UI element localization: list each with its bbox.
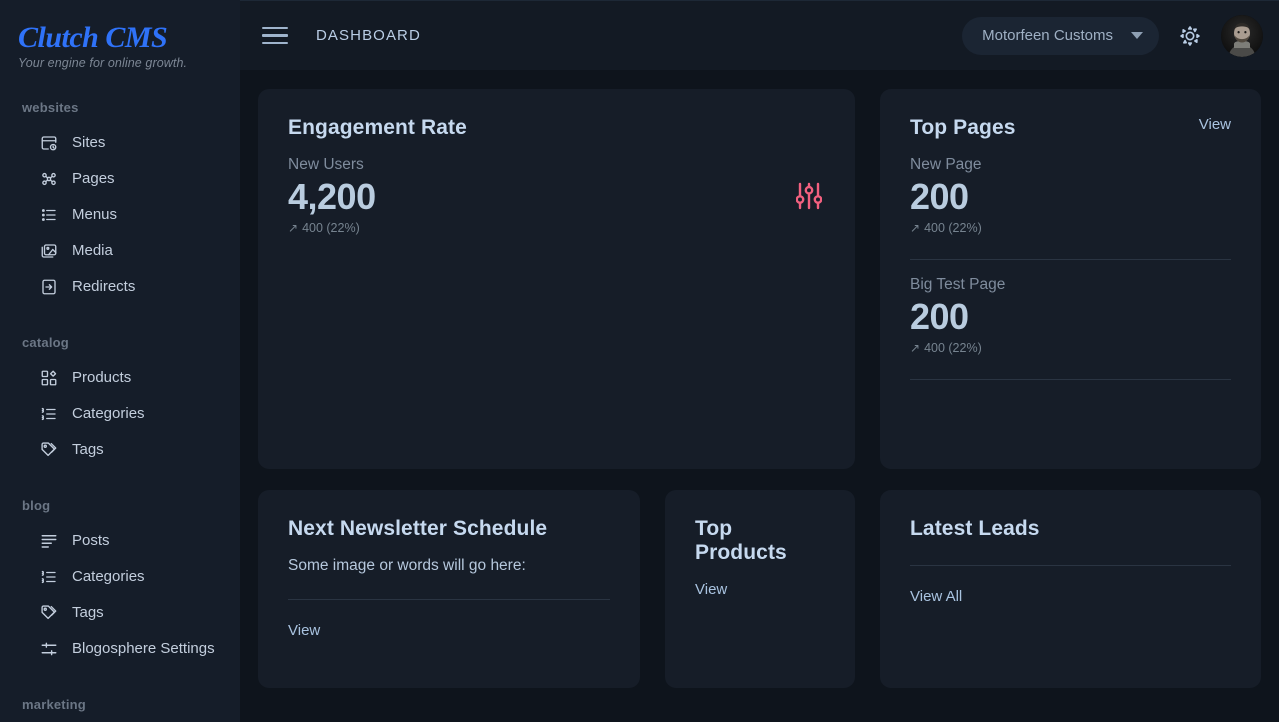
sidebar-item-label: Products (72, 369, 132, 386)
top-pages-card-title: Top Pages (910, 116, 1016, 139)
engagement-rate-card: Engagement Rate New Users 4,200 ↗ 400 (2… (258, 89, 855, 469)
main-area: DASHBOARD Motorfeen Customs Engagement R… (240, 0, 1279, 722)
redirects-icon (40, 278, 58, 296)
tags-icon (40, 441, 58, 459)
newsletter-card-title: Next Newsletter Schedule (288, 517, 548, 540)
trend-up-icon: ↗ (288, 220, 299, 235)
dashboard-content: Engagement Rate New Users 4,200 ↗ 400 (2… (240, 70, 1279, 722)
chevron-down-icon (1131, 32, 1143, 39)
top-pages-entry: Big Test Page 200 ↗ 400 (22%) (910, 276, 1231, 380)
top-pages-entry-value: 200 (910, 176, 969, 217)
categories-icon (40, 405, 58, 423)
sidebar-item-label: Blogosphere Settings (72, 640, 215, 657)
top-pages-entry: New Page 200 ↗ 400 (22%) (910, 156, 1231, 260)
sidebar-section-websites: websites (22, 99, 79, 115)
sidebar-item-tags[interactable]: Tags (0, 432, 240, 468)
site-selector[interactable]: Motorfeen Customs (962, 16, 1159, 55)
top-pages-entry-label: Big Test Page (910, 275, 1006, 293)
sidebar-item-label: Redirects (72, 278, 136, 295)
top-pages-entry-delta: ↗ 400 (22%) (910, 221, 1231, 235)
divider (288, 599, 610, 600)
sites-icon (40, 134, 58, 152)
newsletter-view-link[interactable]: View (288, 622, 610, 639)
sidebar-item-tags[interactable]: Tags (0, 595, 240, 631)
top-products-card: Top Products View (665, 490, 855, 688)
latest-leads-card-title: Latest Leads (910, 517, 1040, 540)
categories-icon (40, 568, 58, 586)
top-pages-entry-delta: ↗ 400 (22%) (910, 341, 1231, 355)
sidebar-item-posts[interactable]: Posts (0, 523, 240, 559)
top-pages-entry-label: New Page (910, 156, 982, 173)
top-products-view-link[interactable]: View (695, 581, 825, 598)
sidebar-item-sites[interactable]: Sites (0, 125, 240, 161)
topbar-actions: Motorfeen Customs (962, 14, 1263, 57)
sidebar-item-label: Sites (72, 134, 106, 151)
posts-icon (40, 532, 58, 550)
top-pages-card: Top Pages View New Page 200 ↗ 400 (22%) … (880, 89, 1261, 469)
sidebar-section-catalog: catalog (22, 334, 69, 350)
sidebar-item-label: Tags (72, 604, 104, 621)
sidebar-item-categories[interactable]: Categories (0, 559, 240, 595)
trend-up-icon: ↗ (910, 220, 921, 235)
engagement-delta-value: 400 (22%) (302, 220, 360, 235)
sidebar-item-label: Pages (72, 170, 115, 187)
avatar[interactable] (1221, 14, 1263, 57)
sidebar-item-label: Tags (72, 441, 104, 458)
newsletter-schedule-card: Next Newsletter Schedule Some image or w… (258, 490, 640, 688)
newsletter-card-body: Some image or words will go here: (288, 557, 526, 574)
sidebar-item-label: Menus (72, 206, 118, 223)
sliders-icon[interactable] (795, 181, 823, 216)
top-pages-entry-delta-value: 400 (22%) (924, 220, 982, 235)
top-pages-entry-delta-value: 400 (22%) (924, 340, 982, 355)
dashboard-row-bottom: Next Newsletter Schedule Some image or w… (258, 490, 1261, 688)
media-icon (40, 242, 58, 260)
site-selector-value: Motorfeen Customs (982, 27, 1113, 44)
sidebar-item-blogosphere-settings[interactable]: Blogosphere Settings (0, 631, 240, 667)
hamburger-icon[interactable] (260, 21, 290, 51)
sun-brightness-icon[interactable] (1173, 19, 1207, 53)
top-pages-view-link[interactable]: View (1199, 116, 1231, 133)
topbar: DASHBOARD Motorfeen Customs (240, 0, 1279, 70)
engagement-metric-delta: ↗ 400 (22%) (288, 221, 825, 235)
trend-up-icon: ↗ (910, 340, 921, 355)
sidebar-item-products[interactable]: Products (0, 360, 240, 396)
engagement-card-head: Engagement Rate (288, 116, 825, 140)
tags-icon (40, 604, 58, 622)
sidebar-item-pages[interactable]: Pages (0, 161, 240, 197)
brand-logo[interactable]: Clutch CMS Your engine for online growth… (0, 0, 240, 70)
sidebar-item-label: Posts (72, 532, 110, 549)
sidebar-item-label: Categories (72, 405, 145, 422)
engagement-metric-value: 4,200 (288, 176, 376, 217)
brand-title: Clutch CMS (18, 21, 168, 54)
divider (910, 565, 1231, 566)
sidebar-item-redirects[interactable]: Redirects (0, 269, 240, 305)
dashboard-row-top: Engagement Rate New Users 4,200 ↗ 400 (2… (258, 89, 1261, 469)
sidebar: Clutch CMS Your engine for online growth… (0, 0, 240, 722)
sidebar-item-media[interactable]: Media (0, 233, 240, 269)
divider (910, 378, 1231, 380)
top-products-card-title: Top Products (695, 517, 787, 564)
engagement-card-title: Engagement Rate (288, 116, 467, 139)
settings-sliders-icon (40, 640, 58, 658)
divider (910, 258, 1231, 260)
latest-leads-card: Latest Leads View All (880, 490, 1261, 688)
sidebar-item-label: Media (72, 242, 113, 259)
brand-tagline: Your engine for online growth. (18, 55, 188, 70)
engagement-metric-label: New Users (288, 156, 364, 173)
top-pages-entry-value: 200 (910, 295, 969, 337)
sidebar-item-menus[interactable]: Menus (0, 197, 240, 233)
sidebar-section-marketing: marketing (22, 696, 86, 712)
products-icon (40, 369, 58, 387)
sidebar-item-categories[interactable]: Categories (0, 396, 240, 432)
menus-icon (40, 206, 58, 224)
sidebar-section-blog: blog (22, 497, 51, 513)
page-title: DASHBOARD (316, 27, 421, 44)
pages-icon (40, 170, 58, 188)
sidebar-item-label: Categories (72, 568, 145, 585)
latest-leads-view-all-link[interactable]: View All (910, 588, 1231, 605)
top-pages-card-head: Top Pages View (910, 116, 1231, 140)
sidebar-nav: websites Sites Pages Menus Media Redirects cat… (0, 100, 240, 712)
